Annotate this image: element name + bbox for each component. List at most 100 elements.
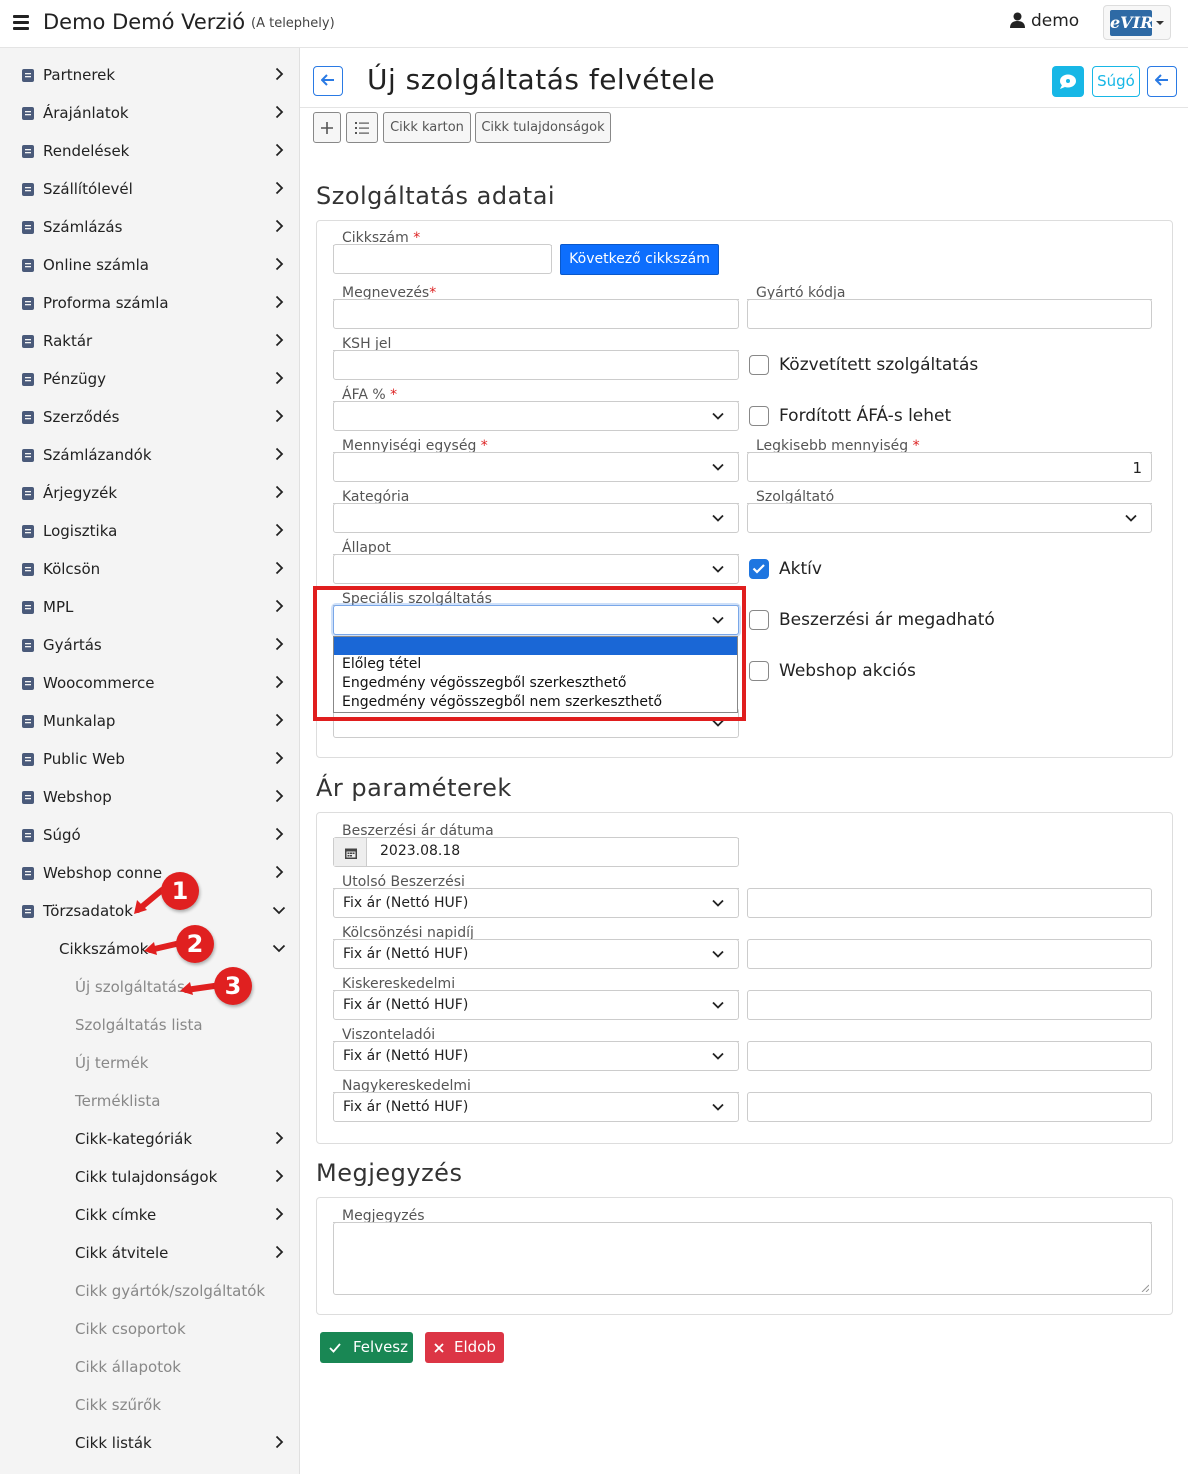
megnevezes-input[interactable] — [333, 299, 739, 329]
price-value-input[interactable] — [747, 990, 1152, 1020]
sidebar-item[interactable]: Árjegyzék — [0, 475, 300, 513]
sidebar-item-cikkszamok[interactable]: Cikkszámok — [0, 931, 300, 969]
sidebar-item[interactable]: Webshop conne — [0, 855, 300, 893]
sidebar-subitem-label: Új szolgáltatás — [75, 978, 185, 996]
evir-logo: eVIR — [1110, 10, 1153, 36]
user-menu[interactable]: demo — [1010, 11, 1079, 31]
sidebar-item[interactable]: Szerződés — [0, 399, 300, 437]
chevron-right-icon — [275, 295, 284, 309]
beszerzesi-ar-checkbox[interactable] — [749, 610, 769, 630]
price-type-select[interactable]: Fix ár (Nettó HUF) — [333, 1041, 739, 1071]
sidebar-item-label: Webshop — [43, 788, 112, 806]
sidebar-subitem[interactable]: Új szolgáltatás — [0, 969, 300, 1007]
sidebar-item[interactable]: Raktár — [0, 323, 300, 361]
allapot-select[interactable] — [333, 554, 739, 584]
price-value-input[interactable] — [747, 1092, 1152, 1122]
next-code-button[interactable]: Következő cikkszám — [560, 244, 719, 275]
sidebar-item[interactable]: Gyártás — [0, 627, 300, 665]
aktiv-label: Aktív — [779, 559, 822, 579]
kozvetitett-checkbox[interactable] — [749, 355, 769, 375]
sidebar-item[interactable]: Logisztika — [0, 513, 300, 551]
list-button[interactable] — [346, 112, 378, 143]
price-type-select[interactable]: Fix ár (Nettó HUF) — [333, 888, 739, 918]
mennyisegi-egyseg-select[interactable] — [333, 452, 739, 482]
sidebar-subitem[interactable]: Terméklista — [0, 1083, 300, 1121]
sidebar-item[interactable]: Munkalap — [0, 703, 300, 741]
logo-dropdown[interactable]: eVIR — [1103, 5, 1171, 40]
annotation-badge-3: 3 — [214, 967, 252, 1005]
chevron-right-icon — [275, 865, 284, 879]
sidebar-item[interactable]: Proforma számla — [0, 285, 300, 323]
price-type-select[interactable]: Fix ár (Nettó HUF) — [333, 939, 739, 969]
sidebar-item[interactable]: Woocommerce — [0, 665, 300, 703]
sidebar-item[interactable]: Törzsadatok — [0, 893, 300, 931]
szolgaltato-select[interactable] — [747, 503, 1152, 533]
afa-select[interactable] — [333, 401, 739, 431]
kategoria-select[interactable] — [333, 503, 739, 533]
sidebar-item[interactable]: Partnerek — [0, 57, 300, 95]
cikk-tulajdonsagok-button[interactable]: Cikk tulajdonságok — [475, 112, 611, 143]
discard-button[interactable]: Eldob — [425, 1332, 504, 1363]
date-input[interactable]: 2023.08.18 — [333, 837, 739, 867]
sidebar-subitem[interactable]: Cikk szűrők — [0, 1387, 300, 1425]
sidebar-item[interactable]: Árajánlatok — [0, 95, 300, 133]
price-value-input[interactable] — [747, 939, 1152, 969]
sidebar-item[interactable]: MPL — [0, 589, 300, 627]
price-value-input[interactable] — [747, 1041, 1152, 1071]
gyarto-kod-input[interactable] — [747, 299, 1152, 329]
sidebar-subitem[interactable]: Új termék — [0, 1045, 300, 1083]
add-button[interactable] — [313, 112, 341, 143]
cikk-karton-button[interactable]: Cikk karton — [383, 112, 471, 143]
price-type-value: Fix ár (Nettó HUF) — [343, 946, 469, 962]
chat-button[interactable] — [1052, 66, 1084, 97]
chevron-right-icon — [275, 371, 284, 385]
chevron-right-icon — [275, 333, 284, 347]
file-icon — [22, 715, 34, 728]
sidebar-subitem[interactable]: Cikk gyártók/szolgáltatók — [0, 1273, 300, 1311]
sidebar-subitem[interactable]: Cikk csoportok — [0, 1311, 300, 1349]
top-bar: Demo Demó Verzió (A telephely) demo eVIR — [0, 0, 1188, 48]
price-type-select[interactable]: Fix ár (Nettó HUF) — [333, 1092, 739, 1122]
back-button-right[interactable] — [1147, 66, 1177, 97]
calendar-button[interactable] — [334, 838, 367, 866]
aktiv-checkbox[interactable] — [749, 559, 769, 579]
sidebar-item[interactable]: Számlázandók — [0, 437, 300, 475]
sidebar-subitem[interactable]: Cikk tulajdonságok — [0, 1159, 300, 1197]
sidebar-item[interactable]: Webshop — [0, 779, 300, 817]
price-value-input[interactable] — [747, 888, 1152, 918]
sidebar-subitem[interactable]: Szolgáltatás lista — [0, 1007, 300, 1045]
sidebar-item-label: Proforma számla — [43, 294, 169, 312]
legkisebb-mennyiseg-input[interactable]: 1 — [747, 452, 1152, 482]
warehouse-icon — [22, 335, 34, 348]
sidebar-subitem[interactable]: Cikk listák — [0, 1425, 300, 1463]
sidebar-item[interactable]: Rendelések — [0, 133, 300, 171]
sidebar: Partnerek Árajánlatok Rendelések Szállítóle… — [0, 48, 300, 1474]
sidebar-item[interactable]: Public Web — [0, 741, 300, 779]
price-type-select[interactable]: Fix ár (Nettó HUF) — [333, 990, 739, 1020]
sidebar-item[interactable]: Online számla — [0, 247, 300, 285]
help-button[interactable]: Súgó — [1092, 66, 1140, 97]
sidebar-subitem[interactable]: Cikk-kategóriák — [0, 1121, 300, 1159]
save-button[interactable]: Felvesz — [320, 1332, 413, 1363]
chevron-right-icon — [275, 751, 284, 765]
main-content: Új szolgáltatás felvétele Súgó Cikk kart… — [300, 48, 1188, 1474]
sidebar-item[interactable]: Számlázás — [0, 209, 300, 247]
sidebar-item[interactable]: Kölcsön — [0, 551, 300, 589]
forditott-afa-checkbox[interactable] — [749, 406, 769, 426]
webshop-akcios-checkbox[interactable] — [749, 661, 769, 681]
back-button[interactable] — [313, 66, 343, 96]
sidebar-subitem[interactable]: Cikk címke — [0, 1197, 300, 1235]
sidebar-subitem[interactable]: Cikk átvitele — [0, 1235, 300, 1273]
sidebar-item[interactable]: Szállítólevél — [0, 171, 300, 209]
sidebar-item[interactable]: Pénzügy — [0, 361, 300, 399]
annotation-badge-1: 1 — [161, 872, 199, 910]
notes-textarea[interactable] — [333, 1222, 1152, 1295]
cikkszam-input[interactable] — [333, 244, 552, 274]
chevron-down-icon — [712, 1001, 724, 1009]
square-icon — [22, 297, 34, 310]
sidebar-subitem[interactable]: Cikk állapotok — [0, 1349, 300, 1387]
chevron-down-icon — [712, 899, 724, 907]
hamburger-menu-icon[interactable] — [13, 15, 29, 30]
sidebar-item[interactable]: Súgó — [0, 817, 300, 855]
ksh-input[interactable] — [333, 350, 739, 380]
